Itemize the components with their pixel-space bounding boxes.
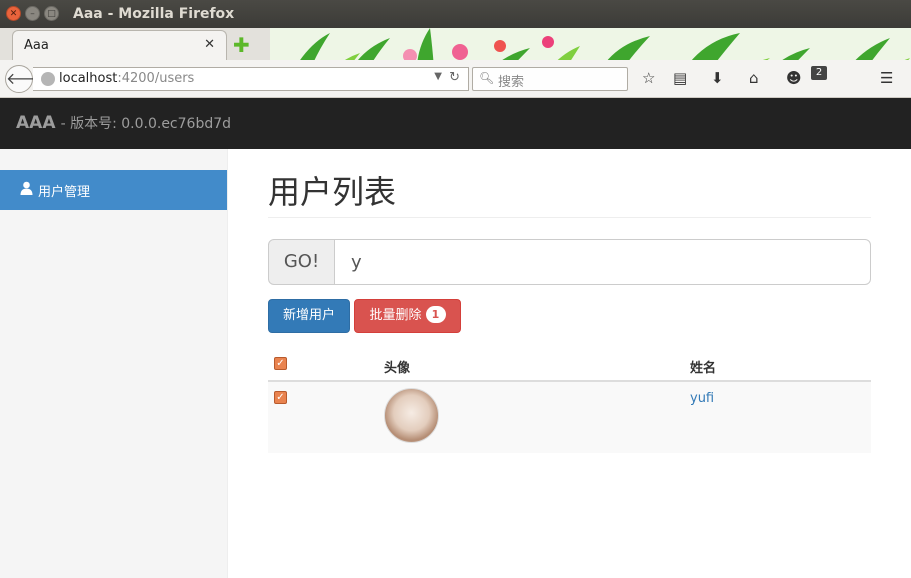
- sidebar-item-label: 用户管理: [38, 185, 91, 200]
- batch-delete-button[interactable]: 批量删除 1: [354, 299, 461, 333]
- browser-search-input[interactable]: 🔍︎ 搜索: [472, 67, 628, 91]
- version-text: - 版本号: 0.0.0.ec76bd7d: [60, 116, 232, 132]
- bookmark-star-icon[interactable]: ☆: [642, 69, 655, 87]
- selected-count-badge: 1: [425, 306, 446, 323]
- add-user-label: 新增用户: [282, 308, 335, 323]
- window-title: Aaa - Mozilla Firefox: [73, 6, 235, 22]
- search-group: GO!: [268, 239, 871, 285]
- window-maximize-icon[interactable]: □: [44, 6, 59, 21]
- url-bar[interactable]: localhost:4200/users ▼ ↻: [33, 67, 469, 91]
- search-icon: 🔍︎: [479, 71, 495, 85]
- url-host: localhost: [59, 71, 118, 86]
- brand[interactable]: AAA - 版本号: 0.0.0.ec76bd7d: [16, 113, 231, 133]
- home-icon[interactable]: ⌂: [749, 69, 759, 87]
- download-icon[interactable]: ⬇: [711, 69, 724, 87]
- url-dropdown-icon[interactable]: ▼: [434, 71, 442, 82]
- browser-tab[interactable]: Aaa ✕: [12, 30, 227, 60]
- brand-name: AAA: [16, 113, 56, 133]
- title-divider: [268, 217, 871, 218]
- users-table: ✓ 头像 姓名 ✓ yufi: [268, 347, 871, 453]
- table-header: ✓ 头像 姓名: [268, 347, 871, 382]
- column-header-avatar: 头像: [384, 361, 411, 376]
- window-titlebar: ✕ – □ Aaa - Mozilla Firefox: [0, 0, 911, 28]
- search-placeholder: 搜索: [498, 75, 525, 90]
- column-header-name: 姓名: [690, 361, 717, 376]
- notification-badge[interactable]: 2: [811, 66, 827, 80]
- avatar: [384, 388, 439, 443]
- user-name-link[interactable]: yufi: [690, 391, 714, 406]
- user-search-input[interactable]: [334, 239, 871, 285]
- window-close-icon[interactable]: ✕: [6, 6, 21, 21]
- globe-icon: [41, 72, 55, 86]
- app-header: AAA - 版本号: 0.0.0.ec76bd7d: [0, 98, 911, 149]
- sidebar: 用户管理: [0, 149, 228, 578]
- tab-close-icon[interactable]: ✕: [204, 37, 215, 52]
- reload-icon[interactable]: ↻: [449, 70, 460, 85]
- sidebar-item-user-management[interactable]: 用户管理: [0, 170, 227, 210]
- go-button[interactable]: GO!: [268, 239, 335, 285]
- batch-delete-label: 批量删除: [369, 308, 422, 323]
- user-icon: [20, 181, 33, 195]
- smiley-icon[interactable]: ☻: [786, 69, 802, 87]
- menu-icon[interactable]: ☰: [880, 69, 893, 87]
- row-checkbox[interactable]: ✓: [274, 391, 287, 404]
- url-path: :4200/users: [117, 71, 195, 86]
- new-tab-icon[interactable]: ✚: [233, 33, 250, 57]
- bookmarks-list-icon[interactable]: ▤: [673, 69, 687, 87]
- tab-label: Aaa: [24, 38, 49, 53]
- window-controls: ✕ – □: [6, 6, 59, 21]
- add-user-button[interactable]: 新增用户: [268, 299, 350, 333]
- page-title: 用户列表: [268, 173, 397, 211]
- table-row[interactable]: ✓ yufi: [268, 382, 871, 453]
- window-minimize-icon[interactable]: –: [25, 6, 40, 21]
- navigation-toolbar: 🡐 localhost:4200/users ▼ ↻ 🔍︎ 搜索 ☆ ▤ ⬇ ⌂…: [0, 60, 911, 98]
- back-arrow-icon[interactable]: 🡐: [5, 65, 49, 93]
- url-text: localhost:4200/users: [59, 71, 194, 86]
- select-all-checkbox[interactable]: ✓: [274, 357, 287, 370]
